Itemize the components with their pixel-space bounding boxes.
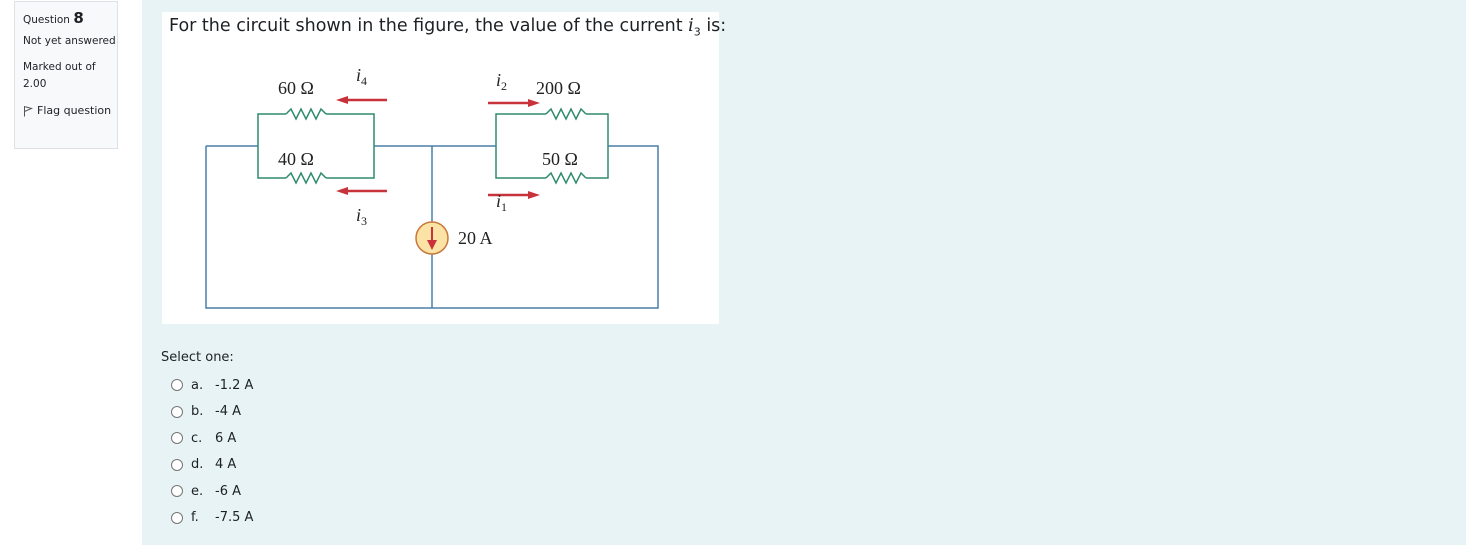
arrow-i4-head bbox=[336, 96, 348, 104]
current-label-i4: i4 bbox=[356, 65, 367, 88]
current-arrows bbox=[336, 96, 540, 199]
resistor-50-ohm bbox=[545, 171, 587, 185]
resistor-label-200: 200 Ω bbox=[536, 78, 581, 98]
question-text: For the circuit shown in the figure, the… bbox=[162, 12, 726, 324]
current-source bbox=[415, 221, 449, 255]
answer-option[interactable]: d. 4 A bbox=[161, 452, 253, 479]
option-letter: a. bbox=[191, 377, 204, 393]
radio-button[interactable] bbox=[171, 458, 183, 471]
flag-icon bbox=[24, 105, 33, 116]
answer-option[interactable]: c. 6 A bbox=[161, 425, 253, 452]
radio-button[interactable] bbox=[171, 511, 183, 524]
option-letter: b. bbox=[191, 404, 204, 420]
radio-button[interactable] bbox=[171, 485, 183, 498]
option-text: -1.2 A bbox=[215, 377, 254, 393]
question-content: For the circuit shown in the figure, the… bbox=[142, 0, 1466, 545]
resistor-label-60: 60 Ω bbox=[278, 78, 314, 98]
resistor-lead bbox=[495, 146, 546, 179]
current-label-i3: i3 bbox=[356, 205, 367, 228]
option-text: -6 A bbox=[215, 483, 241, 499]
arrow-i2-head bbox=[528, 99, 540, 107]
question-grade: Marked out of 2.00 bbox=[23, 61, 96, 90]
current-label-i2: i2 bbox=[496, 70, 507, 93]
answer-option[interactable]: b. -4 A bbox=[161, 399, 253, 426]
answer-option[interactable]: f. -7.5 A bbox=[161, 505, 253, 532]
answer-option[interactable]: a. -1.2 A bbox=[161, 372, 253, 399]
question-state: Not yet answered bbox=[23, 35, 116, 47]
select-one-label: Select one: bbox=[161, 350, 234, 365]
resistor-lead bbox=[257, 113, 286, 146]
source-label: 20 A bbox=[458, 228, 493, 248]
radio-button[interactable] bbox=[171, 432, 183, 445]
option-text: -7.5 A bbox=[215, 510, 254, 526]
resistor-60-ohm bbox=[285, 107, 327, 121]
resistor-lead bbox=[586, 113, 609, 179]
option-letter: c. bbox=[191, 430, 203, 446]
arrow-i3-head bbox=[336, 187, 348, 195]
resistor-label-50: 50 Ω bbox=[542, 149, 578, 169]
question-number: Question 8 bbox=[23, 10, 117, 29]
option-letter: f. bbox=[191, 510, 199, 526]
option-text: 6 A bbox=[215, 430, 237, 446]
question-number-value: 8 bbox=[73, 9, 84, 27]
question-label: Question bbox=[23, 14, 70, 26]
resistor-lead bbox=[326, 113, 375, 179]
arrow-i1-head bbox=[528, 191, 540, 199]
question-info-panel: Question 8 Not yet answered Marked out o… bbox=[14, 1, 118, 149]
flag-question-label: Flag question bbox=[37, 104, 112, 117]
resistor-40-ohm bbox=[285, 171, 327, 185]
circuit-diagram: 60 Ω 40 Ω 200 Ω 50 Ω i4 i3 i2 i1 20 A bbox=[205, 65, 659, 309]
resistor-200-ohm bbox=[545, 107, 587, 121]
flag-question-button[interactable]: Flag question bbox=[23, 102, 117, 119]
answer-option[interactable]: e. -6 A bbox=[161, 478, 253, 505]
resistor-label-40: 40 Ω bbox=[278, 149, 314, 169]
radio-button[interactable] bbox=[171, 379, 183, 392]
answer-options: a. -1.2 A b. -4 A c. 6 A d. 4 A e. -6 A f. -7.5 A bbox=[161, 372, 253, 531]
option-letter: d. bbox=[191, 457, 204, 473]
option-text: -4 A bbox=[215, 404, 241, 420]
radio-button[interactable] bbox=[171, 405, 183, 418]
answer-block: Select one: a. -1.2 A b. -4 A c. 6 A d. 4 A e. -6… bbox=[161, 350, 253, 531]
option-text: 4 A bbox=[215, 457, 237, 473]
resistor-lead bbox=[495, 113, 546, 146]
option-letter: e. bbox=[191, 483, 204, 499]
